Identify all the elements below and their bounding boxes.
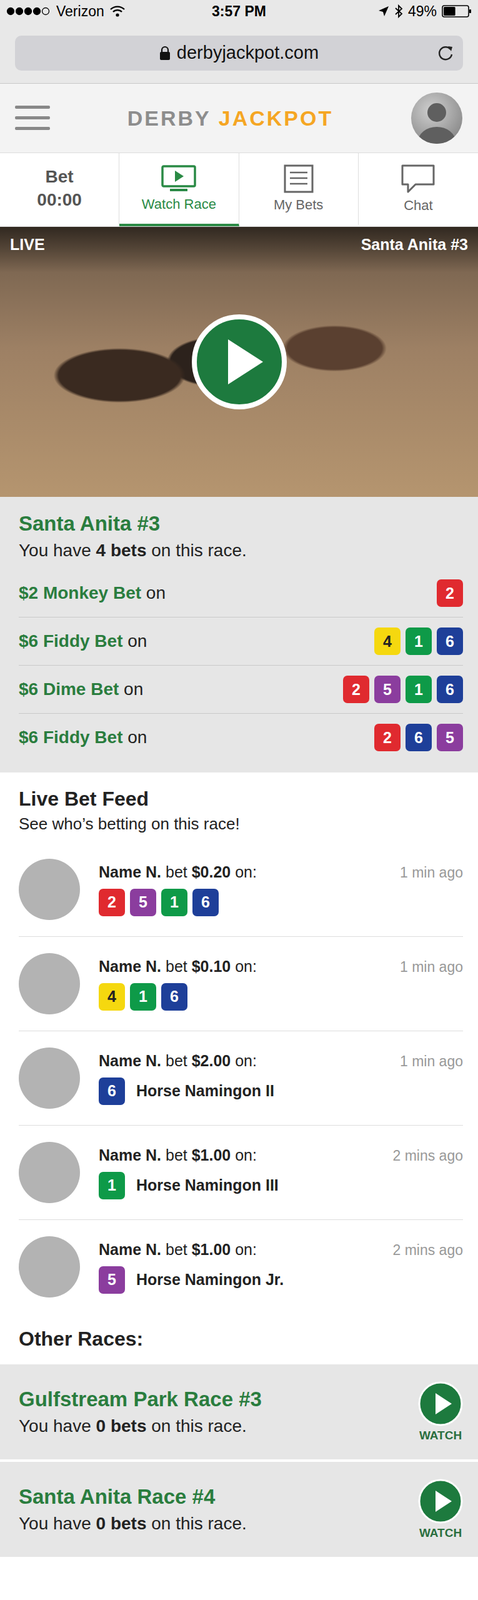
tab[interactable]: My Bets [239, 153, 359, 227]
timestamp: 1 min ago [399, 864, 464, 882]
bluetooth-icon [394, 4, 404, 19]
bet-count: You have 4 bets on this race. [18, 540, 464, 561]
horse-chip: 5 [374, 675, 401, 703]
document-icon [283, 164, 315, 194]
horse-name: Horse Namingon III [136, 1175, 279, 1195]
feed-subtitle: See who’s betting on this race! [18, 814, 464, 834]
user-avatar [18, 952, 80, 1015]
bet-count: You have 0 bets on this race. [18, 1513, 247, 1534]
horse-chip: 5 [129, 888, 157, 917]
horse-chip: 2 [436, 579, 464, 607]
timestamp: 2 mins ago [392, 1147, 464, 1165]
clock: 3:57 PM [211, 3, 267, 20]
monitor-icon [161, 164, 197, 193]
signal-icon [6, 6, 52, 17]
avatar-icon[interactable] [410, 91, 464, 145]
carrier: Verizon [56, 3, 105, 20]
other-races: Other Races: Gulfstream Park Race #3 You… [0, 1313, 478, 1557]
site-header: DERBY JACKPOT [0, 83, 478, 154]
race-title: Santa Anita Race #4 [18, 1484, 247, 1509]
url-text: derbyjackpot.com [176, 42, 319, 64]
race-row[interactable]: Santa Anita Race #4 You have 0 bets on t… [0, 1461, 478, 1557]
horse-chip: 1 [161, 888, 188, 917]
logo[interactable]: DERBY JACKPOT [127, 106, 334, 131]
watch-button[interactable]: WATCH [418, 1478, 464, 1540]
timestamp: 1 min ago [399, 958, 464, 976]
horse-name: Horse Namingon II [136, 1081, 275, 1100]
live-bet-feed: Live Bet Feed See who’s betting on this … [0, 772, 478, 1314]
url-field[interactable]: derbyjackpot.com [14, 35, 464, 71]
bet-row[interactable]: $6 Fiddy Bet on 265 [18, 712, 464, 762]
horse-chip: 6 [161, 982, 188, 1011]
timestamp: 2 mins ago [392, 1241, 464, 1259]
horse-chip: 1 [98, 1171, 125, 1200]
status-bar: Verizon 3:57 PM 49% [0, 0, 478, 23]
video-player[interactable]: LIVE Santa Anita #3 [0, 226, 478, 497]
user-avatar [18, 1235, 80, 1298]
play-icon [418, 1478, 464, 1524]
play-icon[interactable] [190, 313, 289, 411]
race-title: Santa Anita #3 [18, 511, 464, 536]
user-avatar [18, 1141, 80, 1203]
bet-row[interactable]: $6 Fiddy Bet on 416 [18, 616, 464, 665]
bet-row[interactable]: $6 Dime Bet on 2516 [18, 664, 464, 713]
feed-item: Name N. bet $0.20 on: 1 min ago 2516 [18, 842, 464, 937]
horse-chip: 1 [405, 627, 432, 655]
horse-chip: 2 [343, 675, 370, 703]
race-title: Gulfstream Park Race #3 [18, 1387, 262, 1411]
horse-chip: 6 [192, 888, 219, 917]
battery-icon [441, 4, 472, 19]
tab[interactable]: Chat [358, 153, 478, 227]
horse-name: Horse Namingon Jr. [136, 1270, 284, 1289]
tab[interactable]: Watch Race [119, 153, 239, 227]
location-icon [378, 5, 390, 17]
chat-icon [400, 163, 436, 194]
feed-item: Name N. bet $0.10 on: 1 min ago 416 [18, 936, 464, 1031]
feed-item: Name N. bet $1.00 on: 2 mins ago 1 Horse… [18, 1125, 464, 1220]
live-badge: LIVE [9, 235, 45, 254]
menu-icon[interactable] [14, 104, 50, 132]
reload-icon[interactable] [436, 44, 455, 62]
horse-chip: 5 [98, 1265, 125, 1294]
timestamp: 1 min ago [399, 1052, 464, 1070]
feed-item: Name N. bet $2.00 on: 1 min ago 6 Horse … [18, 1030, 464, 1126]
feed-title: Live Bet Feed [18, 787, 464, 811]
browser-bar: derbyjackpot.com [0, 22, 478, 84]
feed-item: Name N. bet $1.00 on: 2 mins ago 5 Horse… [18, 1219, 464, 1314]
horse-chip: 4 [374, 627, 401, 655]
horse-chip: 2 [98, 888, 125, 917]
bet-count: You have 0 bets on this race. [18, 1415, 262, 1436]
video-overlay: LIVE Santa Anita #3 [0, 226, 478, 273]
horse-chip: 6 [436, 675, 464, 703]
horse-chip: 2 [374, 723, 401, 752]
tab[interactable]: Bet 00:00 [0, 153, 120, 227]
user-avatar [18, 1047, 80, 1109]
user-avatar [18, 858, 80, 920]
lock-icon [159, 45, 171, 61]
horse-chip: 5 [436, 723, 464, 752]
video-title: Santa Anita #3 [361, 235, 469, 254]
watch-button[interactable]: WATCH [418, 1380, 464, 1443]
horse-chip: 1 [129, 982, 157, 1011]
tab-bar: Bet 00:00 Watch Race My Bets Chat [0, 153, 478, 227]
horse-chip: 1 [405, 675, 432, 703]
race-row[interactable]: Gulfstream Park Race #3 You have 0 bets … [0, 1364, 478, 1459]
play-icon [418, 1380, 464, 1426]
battery-percent: 49% [408, 3, 437, 20]
race-bets: Santa Anita #3 You have 4 bets on this r… [0, 496, 478, 773]
wifi-icon [109, 4, 126, 18]
other-races-title: Other Races: [0, 1313, 478, 1365]
bet-row[interactable]: $2 Monkey Bet on 2 [18, 569, 464, 617]
horse-chip: 6 [436, 627, 464, 655]
horse-chip: 4 [98, 982, 125, 1011]
horse-chip: 6 [405, 723, 432, 752]
horse-chip: 6 [98, 1077, 125, 1105]
phone-screen: Verizon 3:57 PM 49% derbyjackpot.com DER… [0, 0, 478, 1559]
